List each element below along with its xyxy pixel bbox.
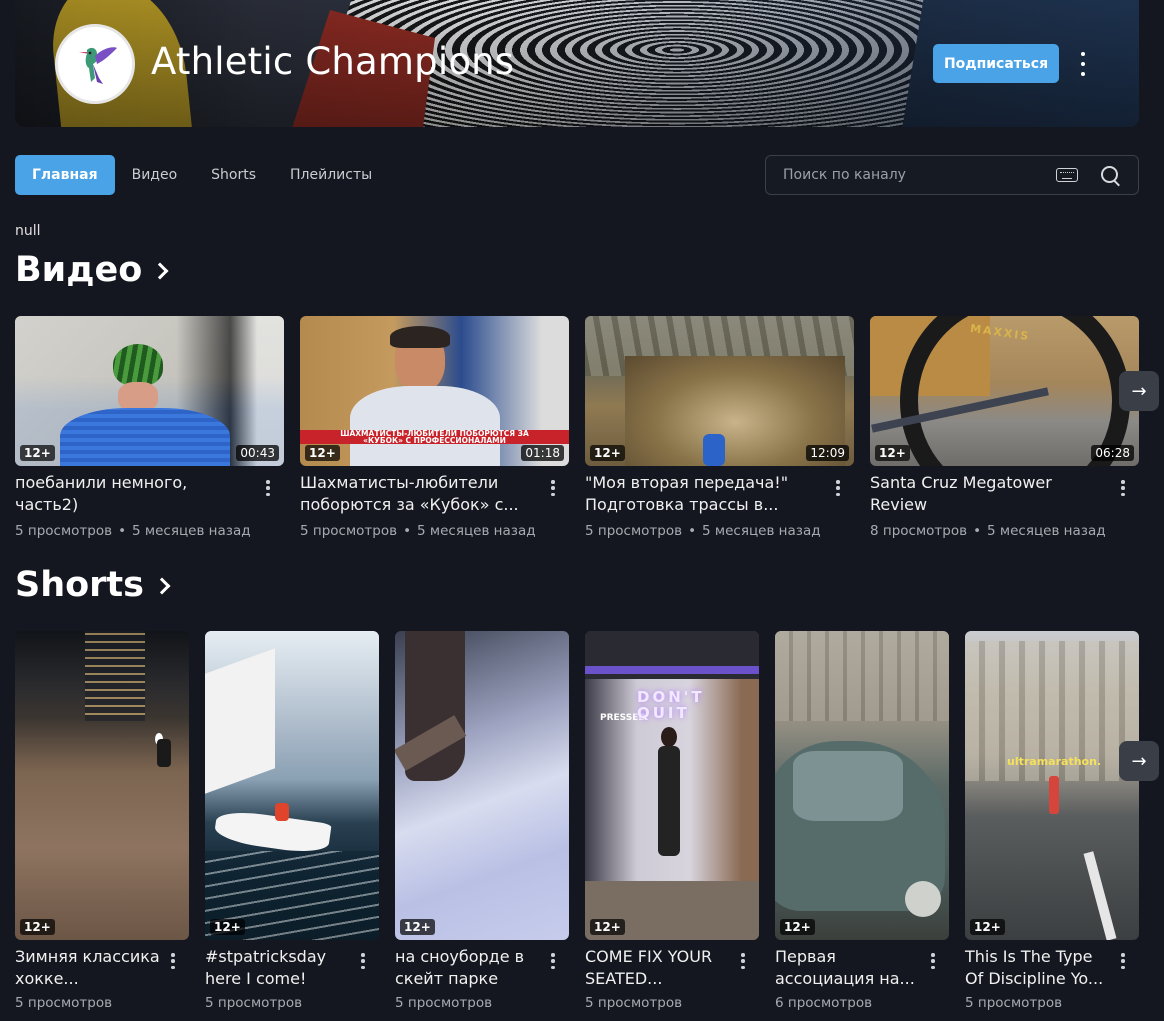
tab-shorts[interactable]: Shorts: [194, 155, 273, 195]
videos-section-title[interactable]: Видео: [15, 250, 169, 290]
short-title[interactable]: COME FIX YOUR SEATED...: [585, 946, 735, 990]
short-views: 5 просмотров: [585, 995, 683, 1011]
thumbnail-caption: ШАХМАТИСТЫ-ЛЮБИТЕЛИ ПОБОРЮТСЯ ЗА «КУБОК»…: [300, 430, 569, 444]
hummingbird-icon: [79, 47, 117, 84]
age-rating-badge: 12+: [970, 919, 1005, 935]
age-rating-badge: 12+: [20, 919, 55, 935]
more-vertical-icon[interactable]: [926, 951, 940, 971]
short-card[interactable]: ultramarathon. 12+ This Is The Type Of D…: [965, 631, 1139, 1011]
age-rating-badge: 12+: [305, 445, 340, 461]
duration-badge: 12:09: [806, 445, 849, 461]
video-card[interactable]: 12+ 12:09 "Моя вторая передача!" Подгото…: [585, 316, 854, 539]
video-meta: 5 просмотров • 5 месяцев назад: [15, 523, 251, 539]
short-title[interactable]: Зимняя классика хокке...: [15, 946, 165, 990]
age-rating-badge: 12+: [210, 919, 245, 935]
duration-badge: 06:28: [1091, 445, 1134, 461]
short-card[interactable]: 12+ Первая ассоциация на... 6 просмотров: [775, 631, 949, 1011]
short-title[interactable]: This Is The Type Of Discipline Yo...: [965, 946, 1115, 990]
short-thumbnail[interactable]: PRESSED DON'T QUIT 12+: [585, 631, 759, 940]
tab-playlists[interactable]: Плейлисты: [273, 155, 389, 195]
video-thumbnail[interactable]: 12+ 00:43: [15, 316, 284, 466]
short-title[interactable]: #stpatricksday here I come!: [205, 946, 355, 990]
tab-videos[interactable]: Видео: [115, 155, 195, 195]
duration-badge: 01:18: [521, 445, 564, 461]
video-title[interactable]: Santa Cruz Megatower Review: [870, 472, 1110, 516]
more-vertical-icon[interactable]: [1116, 951, 1130, 971]
video-title[interactable]: Шахматисты-любители поборются за «Кубок»…: [300, 472, 540, 516]
short-card[interactable]: 12+ Зимняя классика хокке... 5 просмотро…: [15, 631, 189, 1011]
thumbnail-caption: DON'T QUIT: [637, 688, 705, 722]
video-title[interactable]: поебанили немного, часть2): [15, 472, 255, 516]
short-views: 5 просмотров: [15, 995, 113, 1011]
age-rating-badge: 12+: [20, 445, 55, 461]
short-title[interactable]: на сноуборде в скейт парке: [395, 946, 545, 990]
video-thumbnail[interactable]: ШАХМАТИСТЫ-ЛЮБИТЕЛИ ПОБОРЮТСЯ ЗА «КУБОК»…: [300, 316, 569, 466]
video-meta: 8 просмотров • 5 месяцев назад: [870, 523, 1106, 539]
short-thumbnail[interactable]: ultramarathon. 12+: [965, 631, 1139, 940]
shorts-section-title[interactable]: Shorts: [15, 565, 171, 605]
short-views: 5 просмотров: [205, 995, 303, 1011]
subscribe-button[interactable]: Подписаться: [933, 44, 1059, 83]
video-meta: 5 просмотров • 5 месяцев назад: [300, 523, 536, 539]
video-card[interactable]: 12+ 00:43 поебанили немного, часть2) 5 п…: [15, 316, 284, 539]
search-input[interactable]: [766, 167, 1056, 183]
short-views: 5 просмотров: [395, 995, 493, 1011]
more-vertical-icon[interactable]: [356, 951, 370, 971]
age-rating-badge: 12+: [780, 919, 815, 935]
arrow-right-icon: →: [1131, 380, 1147, 402]
short-card[interactable]: 12+ на сноуборде в скейт парке 5 просмот…: [395, 631, 569, 1011]
short-thumbnail[interactable]: 12+: [395, 631, 569, 940]
short-card[interactable]: 12+ #stpatricksday here I come! 5 просмо…: [205, 631, 379, 1011]
duration-badge: 00:43: [236, 445, 279, 461]
age-rating-badge: 12+: [590, 445, 625, 461]
channel-more-icon[interactable]: [1072, 52, 1094, 76]
video-thumbnail[interactable]: 12+ 12:09: [585, 316, 854, 466]
shorts-next-button[interactable]: →: [1119, 741, 1159, 781]
short-card[interactable]: PRESSED DON'T QUIT 12+ COME FIX YOUR SEA…: [585, 631, 759, 1011]
null-text: null: [15, 223, 41, 239]
tab-home[interactable]: Главная: [15, 155, 115, 195]
video-card[interactable]: ШАХМАТИСТЫ-ЛЮБИТЕЛИ ПОБОРЮТСЯ ЗА «КУБОК»…: [300, 316, 569, 539]
short-title[interactable]: Первая ассоциация на...: [775, 946, 925, 990]
video-card[interactable]: MAXXIS 12+ 06:28 Santa Cruz Megatower Re…: [870, 316, 1139, 539]
short-thumbnail[interactable]: 12+: [15, 631, 189, 940]
more-vertical-icon[interactable]: [831, 478, 845, 498]
channel-search: [765, 155, 1139, 195]
more-vertical-icon[interactable]: [736, 951, 750, 971]
more-vertical-icon[interactable]: [261, 478, 275, 498]
chevron-right-icon: [153, 577, 171, 595]
video-meta: 5 просмотров • 5 месяцев назад: [585, 523, 821, 539]
short-views: 5 просмотров: [965, 995, 1063, 1011]
keyboard-icon[interactable]: [1056, 168, 1078, 182]
chevron-right-icon: [151, 262, 169, 280]
channel-title: Athletic Champions: [151, 40, 515, 83]
age-rating-badge: 12+: [400, 919, 435, 935]
short-thumbnail[interactable]: 12+: [775, 631, 949, 940]
short-thumbnail[interactable]: 12+: [205, 631, 379, 940]
search-icon[interactable]: [1096, 161, 1124, 189]
more-vertical-icon[interactable]: [546, 478, 560, 498]
more-vertical-icon[interactable]: [166, 951, 180, 971]
age-rating-badge: 12+: [590, 919, 625, 935]
video-thumbnail[interactable]: MAXXIS 12+ 06:28: [870, 316, 1139, 466]
channel-tabs: Главная Видео Shorts Плейлисты: [15, 155, 389, 195]
arrow-right-icon: →: [1131, 750, 1147, 772]
more-vertical-icon[interactable]: [1116, 478, 1130, 498]
age-rating-badge: 12+: [875, 445, 910, 461]
videos-next-button[interactable]: →: [1119, 371, 1159, 411]
thumbnail-caption: ultramarathon.: [1007, 755, 1102, 768]
more-vertical-icon[interactable]: [546, 951, 560, 971]
short-views: 6 просмотров: [775, 995, 873, 1011]
video-title[interactable]: "Моя вторая передача!" Подготовка трассы…: [585, 472, 825, 516]
channel-avatar[interactable]: [55, 24, 135, 104]
